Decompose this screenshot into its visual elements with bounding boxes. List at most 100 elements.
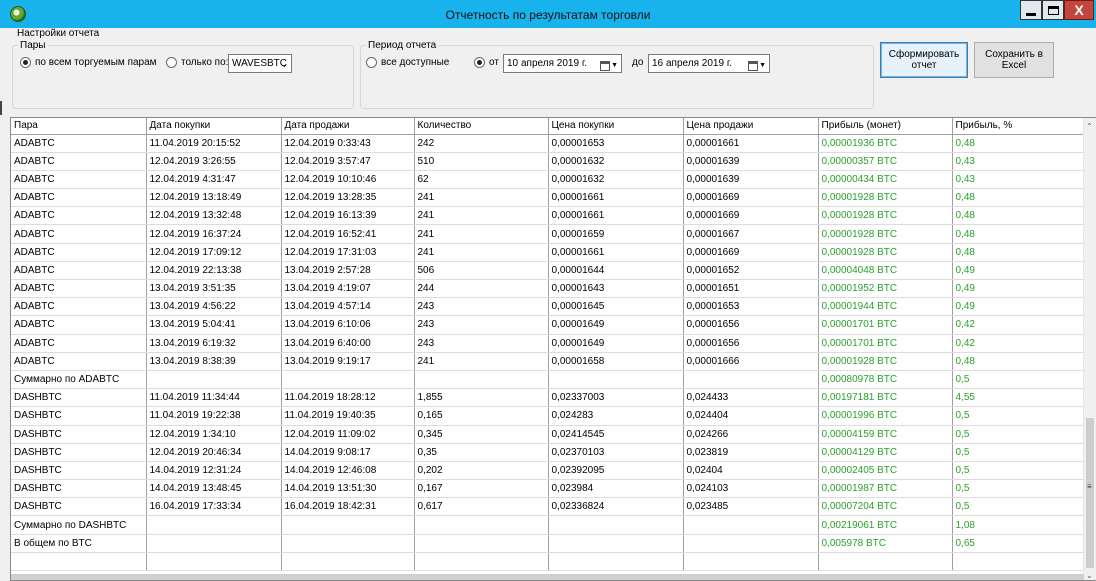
table-row[interactable]: ADABTC 12.04.2019 17:09:12 12.04.2019 17:3…	[11, 243, 1086, 262]
table-row[interactable]: DASHBTC 14.04.2019 12:31:24 14.04.2019 12:…	[11, 461, 1086, 481]
table-cell	[548, 515, 684, 535]
table-row[interactable]	[11, 552, 1086, 572]
table-row[interactable]: DASHBTC 14.04.2019 13:48:45 14.04.2019 13:…	[11, 479, 1086, 499]
column-header[interactable]: Цена покупки	[548, 118, 684, 135]
minimize-button[interactable]	[1020, 0, 1042, 20]
table-row[interactable]: DASHBTC 12.04.2019 20:46:34 14.04.2019 9:0…	[11, 443, 1086, 462]
table-cell: 0,02337003	[548, 388, 684, 408]
column-header[interactable]: Прибыль, %	[952, 118, 1086, 135]
to-date-picker[interactable]: 16 апреля 2019 г. ▼	[648, 54, 770, 73]
table-cell: 1,855	[414, 388, 549, 408]
scrollbar-thumb[interactable]	[1086, 418, 1094, 568]
table-row[interactable]: ADABTC 13.04.2019 6:19:32 13.04.2019 6:40:…	[11, 334, 1086, 353]
table-row[interactable]: ADABTC 11.04.2019 20:15:52 12.04.2019 0:33…	[11, 134, 1086, 153]
table-cell: 0,202	[414, 461, 549, 481]
table-cell: 0,48	[952, 134, 1086, 153]
table-row[interactable]: Суммарно по ADABTC 0,00080978 BTC 0,5	[11, 370, 1086, 390]
table-cell: 241	[414, 352, 549, 371]
table-cell: 0,00080978 BTC	[818, 370, 953, 390]
table-cell: 0,5	[952, 406, 1086, 426]
chevron-down-icon: ⌄	[280, 59, 288, 69]
table-row[interactable]: ADABTC 12.04.2019 16:37:24 12.04.2019 16:5…	[11, 224, 1086, 244]
all-pairs-radio[interactable]	[20, 57, 31, 68]
table-cell: 0,00001652	[683, 261, 819, 281]
table-row[interactable]: ADABTC 12.04.2019 4:31:47 12.04.2019 10:10…	[11, 170, 1086, 190]
table-row[interactable]: ADABTC 12.04.2019 22:13:38 13.04.2019 2:57…	[11, 261, 1086, 281]
all-period-radio[interactable]	[366, 57, 377, 68]
column-header[interactable]: Количество	[414, 118, 549, 135]
table-cell: ADABTC	[11, 134, 147, 153]
table-cell: 0,48	[952, 352, 1086, 371]
generate-report-button[interactable]: Сформировать отчет	[880, 42, 968, 78]
from-date-picker[interactable]: 10 апреля 2019 г. ▼	[503, 54, 622, 73]
table-row[interactable]: В общем по BTC 0,005978 BTC 0,65	[11, 534, 1086, 553]
table-row[interactable]: ADABTC 13.04.2019 4:56:22 13.04.2019 4:57:…	[11, 297, 1086, 317]
save-excel-line2: Excel	[1001, 60, 1027, 71]
table-cell: 14.04.2019 12:31:24	[146, 461, 282, 481]
table-row[interactable]: DASHBTC 11.04.2019 19:22:38 11.04.2019 19:…	[11, 406, 1086, 426]
table-cell: 1,08	[952, 515, 1086, 535]
table-cell: 0,00001701 BTC	[818, 334, 953, 353]
only-pair-label[interactable]: только по:	[181, 57, 228, 68]
table-cell: 0,42	[952, 334, 1086, 353]
table-cell	[281, 552, 415, 572]
column-header[interactable]: Цена продажи	[683, 118, 819, 135]
table-row[interactable]: ADABTC 12.04.2019 3:26:55 12.04.2019 3:57:…	[11, 152, 1086, 171]
scroll-up-icon[interactable]: ⌃	[1086, 122, 1093, 131]
table-cell: 0,00004159 BTC	[818, 425, 953, 444]
pair-select[interactable]: WAVESBTC ⌄	[228, 54, 292, 73]
table-row[interactable]: ADABTC 13.04.2019 8:38:39 13.04.2019 9:19:…	[11, 352, 1086, 371]
table-cell: 0,023984	[548, 479, 684, 499]
column-header[interactable]: Дата покупки	[146, 118, 282, 135]
save-excel-button[interactable]: Сохранить в Excel	[974, 42, 1054, 78]
column-header[interactable]: Прибыль (монет)	[818, 118, 953, 135]
close-icon: X	[1074, 2, 1084, 18]
column-header[interactable]: Пара	[11, 118, 147, 135]
pair-select-value: WAVESBTC	[232, 58, 288, 69]
table-cell: 0,00001936 BTC	[818, 134, 953, 153]
vertical-scrollbar[interactable]: ⌃ ≡ ⌄	[1083, 118, 1096, 580]
table-cell: 0,42	[952, 315, 1086, 335]
table-cell: 0,5	[952, 479, 1086, 499]
table-cell: ADABTC	[11, 206, 147, 226]
table-cell: 0,00001661	[683, 134, 819, 153]
table-cell: ADABTC	[11, 352, 147, 371]
table-cell: 0,00001666	[683, 352, 819, 371]
table-row[interactable]: ADABTC 12.04.2019 13:32:48 12.04.2019 16:1…	[11, 206, 1086, 226]
report-grid[interactable]: Пара Дата покупки Дата продажи Количеств…	[10, 117, 1096, 581]
table-row[interactable]: Суммарно по DASHBTC 0,00219061 BTC 1,08	[11, 515, 1086, 535]
table-cell: 0,617	[414, 497, 549, 517]
table-cell: 12.04.2019 17:09:12	[146, 243, 282, 262]
title-bar[interactable]: Отчетность по результатам торговли X	[0, 0, 1096, 28]
column-header[interactable]: Дата продажи	[281, 118, 415, 135]
all-period-label[interactable]: все доступные	[381, 57, 449, 68]
calendar-icon[interactable]: ▼	[748, 57, 766, 72]
calendar-icon[interactable]: ▼	[600, 57, 618, 72]
minimize-icon	[1026, 12, 1036, 16]
horizontal-scrollbar[interactable]	[11, 574, 1084, 580]
all-pairs-label[interactable]: по всем торгуемым парам	[35, 57, 157, 68]
table-cell: 0,00001656	[683, 334, 819, 353]
table-cell: 12.04.2019 11:09:02	[281, 425, 415, 444]
table-row[interactable]: ADABTC 13.04.2019 3:51:35 13.04.2019 4:19:…	[11, 279, 1086, 299]
table-row[interactable]: DASHBTC 11.04.2019 11:34:44 11.04.2019 18:…	[11, 388, 1086, 408]
only-pair-radio[interactable]	[166, 57, 177, 68]
table-row[interactable]: DASHBTC 16.04.2019 17:33:34 16.04.2019 18:…	[11, 497, 1086, 517]
table-cell: 0,43	[952, 170, 1086, 190]
table-row[interactable]: ADABTC 12.04.2019 13:18:49 12.04.2019 13:2…	[11, 188, 1086, 208]
table-cell: ADABTC	[11, 152, 147, 171]
from-period-radio[interactable]	[474, 57, 485, 68]
table-cell: 0,02370103	[548, 443, 684, 462]
table-row[interactable]: ADABTC 13.04.2019 5:04:41 13.04.2019 6:10:…	[11, 315, 1086, 335]
table-cell	[414, 370, 549, 390]
from-label[interactable]: от	[489, 57, 499, 68]
close-button[interactable]: X	[1064, 0, 1094, 20]
maximize-button[interactable]	[1042, 0, 1064, 20]
table-cell: Суммарно по DASHBTC	[11, 515, 147, 535]
table-cell: 14.04.2019 13:48:45	[146, 479, 282, 499]
table-cell: 0,65	[952, 534, 1086, 553]
scroll-down-icon[interactable]: ⌄	[1086, 571, 1093, 580]
table-row[interactable]: DASHBTC 12.04.2019 1:34:10 12.04.2019 11:0…	[11, 425, 1086, 444]
table-cell: 0,00001653	[683, 297, 819, 317]
table-cell	[281, 370, 415, 390]
